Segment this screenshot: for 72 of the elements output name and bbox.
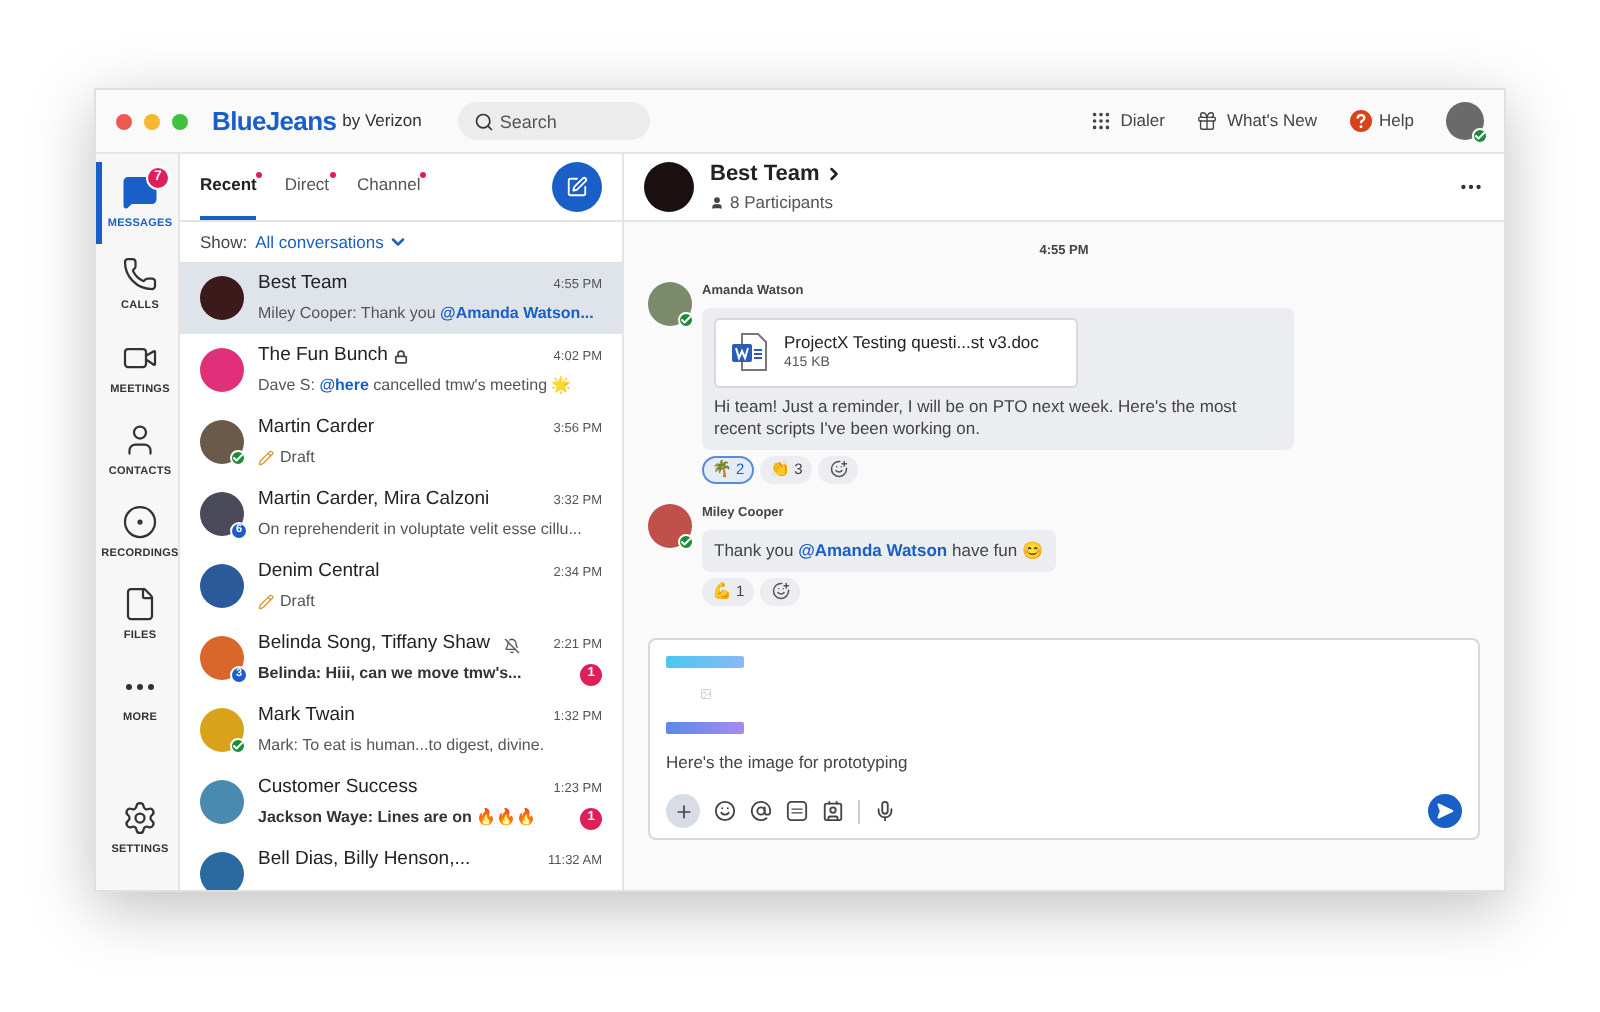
contact-card-icon[interactable] [822,800,844,823]
message-preview: Dave S: @here cancelled tmw's meeting 🌟 [258,374,572,399]
toolbar-link[interactable]: What's New [1196,108,1318,134]
help-icon [1349,110,1372,132]
close-window-icon[interactable] [116,113,132,129]
tab[interactable]: Channel [357,154,421,220]
conversation-name: Bell Dias, Billy Henson,... [258,846,471,875]
search-field[interactable]: Search [457,102,650,140]
send-icon [1436,802,1454,821]
app-logo: BlueJeans [212,103,337,140]
chat-title[interactable]: Best Team [710,157,844,191]
caret-icon [387,232,408,252]
add-reaction-icon [829,460,848,479]
person-icon [122,421,158,458]
person-icon [710,196,724,211]
message-preview: On reprehenderit in voluptate velit esse cillu... [258,518,582,543]
keypad-icon [1090,110,1113,132]
phone-icon [122,256,158,293]
add-reaction-button[interactable] [760,577,801,605]
emoji-icon[interactable] [714,800,736,823]
message-preview: Draft [280,446,315,471]
user-avatar[interactable] [1446,102,1484,140]
participant-count: 8 Participants [730,190,833,217]
add-reaction-button[interactable] [818,455,859,484]
mention-icon[interactable] [750,800,772,823]
conversation-name: Mark Twain [258,702,355,731]
conversation-name: The Fun Bunch [258,342,388,371]
reaction-emoji: 💪 [712,579,732,603]
message-preview: Draft [280,590,315,615]
add-reaction-icon [771,582,790,600]
record-icon [122,504,158,540]
app-logo-suffix: by Verizon [342,108,422,134]
conversation-name: Best Team [258,270,348,299]
reaction-emoji: 🌴 [712,457,732,482]
microphone-icon[interactable] [874,800,896,823]
message-preview: Belinda: Hiii, can we move tmw's... [258,662,522,687]
search-icon [473,111,494,131]
conversation-name: Martin Carder [258,414,375,443]
message-text: Thank you @Amanda Watson have fun 😊 [714,539,1044,561]
compose-button[interactable] [552,162,602,212]
more-icon [126,683,154,689]
add-button[interactable] [666,794,700,829]
gift-icon [1196,110,1219,132]
toolbar-link[interactable]: Help [1349,108,1414,134]
message-preview: Miley Cooper: Thank you @Amanda Watson... [258,302,594,327]
toolbar-link[interactable]: Dialer [1090,108,1165,134]
message-text: Hi team! Just a reminder, I will be on PTO next week. Here's the most recent scripts I've been working on. [714,395,1239,440]
settings-icon [122,799,158,836]
word-document-icon [732,332,768,373]
tab[interactable]: Recent [200,154,257,220]
send-button[interactable] [1428,794,1462,829]
tab[interactable]: Direct [284,154,330,220]
conversation-name: Customer Success [258,774,418,803]
plus-icon [673,801,693,822]
compose-icon [566,176,588,198]
group-avatar [644,162,694,212]
message-input[interactable]: Here's the image for prototyping [666,749,1462,775]
message-preview: Jackson Waye: Lines are on 🔥🔥🔥 [258,806,537,831]
chat-bubble-icon [122,174,158,210]
conversation-name: Martin Carder, Mira Calzoni [258,486,490,515]
image-thumbnail [666,655,744,733]
pencil-icon [258,594,274,611]
filter-label: Show: [200,229,248,255]
pencil-icon [258,450,274,467]
filter-dropdown[interactable]: All conversations [255,229,408,255]
file-icon [122,586,158,623]
message-composer[interactable]: Here's the image for prototyping [648,637,1480,841]
message-preview: Mark: To eat is human...to digest, divine. [258,734,545,759]
conversation-name: Belinda Song, Tiffany Shaw [258,630,491,659]
reaction-emoji: 👏 [770,457,791,482]
file-name: ProjectX Testing questi...st v3.doc [784,329,1039,355]
conversation-name: Denim Central [258,558,380,587]
